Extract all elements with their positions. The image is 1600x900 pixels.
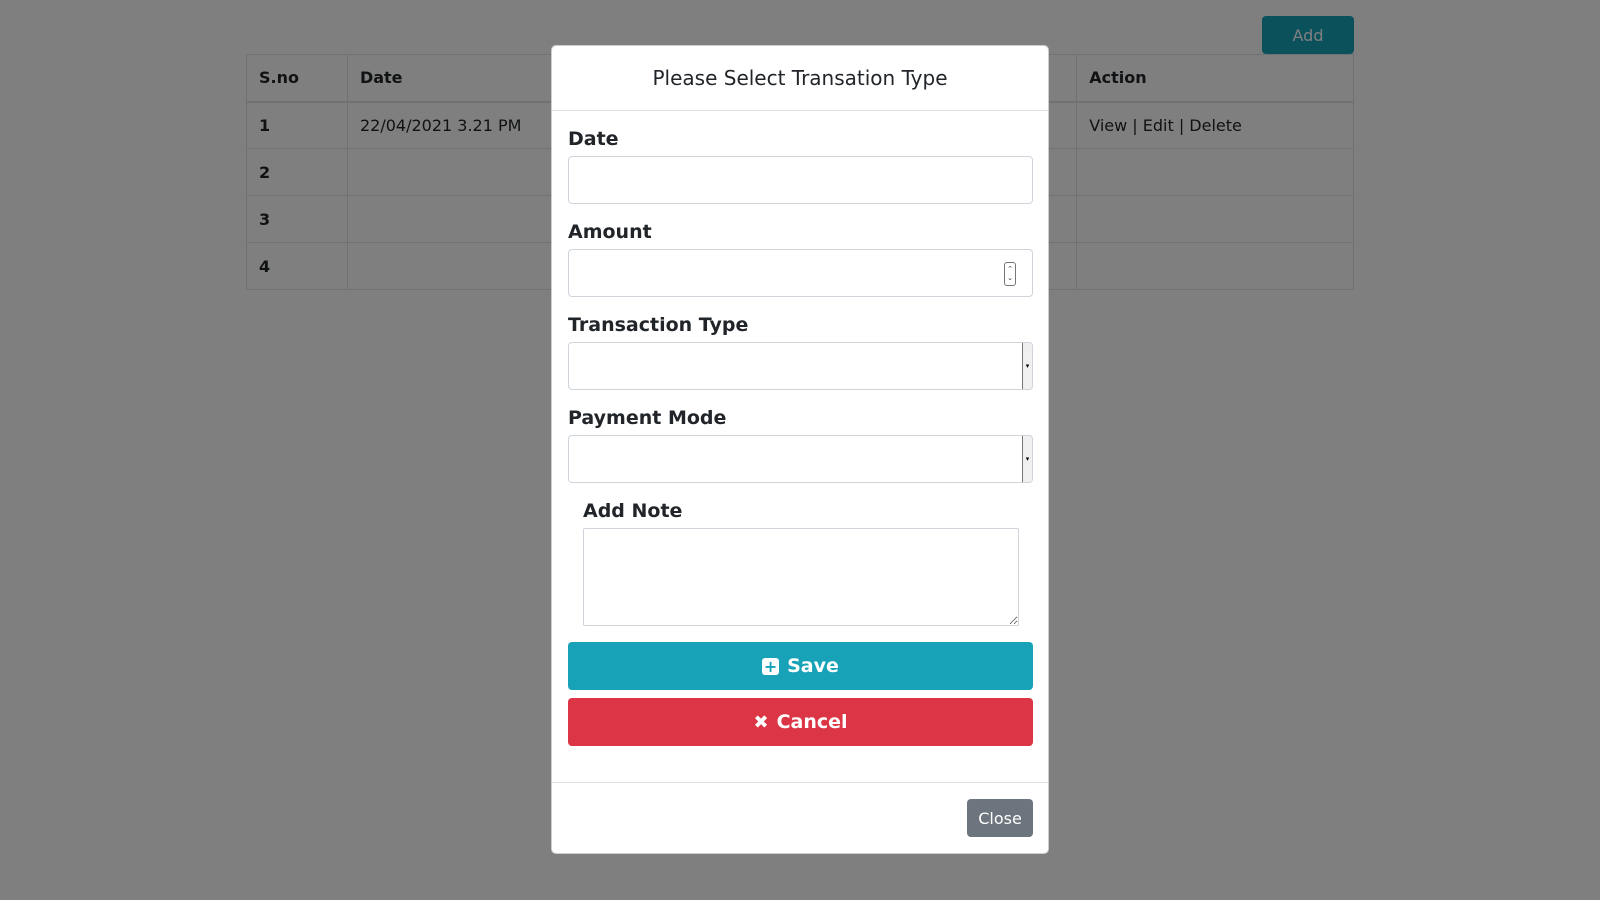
cancel-button[interactable]: ✖ Cancel	[568, 698, 1033, 746]
modal-footer: Close	[552, 782, 1048, 853]
cancel-label: Cancel	[776, 711, 848, 733]
plus-square-icon: +	[762, 656, 780, 676]
amount-input[interactable]: ⌃ ⌄	[568, 249, 1033, 297]
caret-down-icon[interactable]: ▾	[1022, 343, 1032, 389]
amount-label: Amount	[568, 221, 652, 243]
note-label: Add Note	[583, 500, 683, 522]
spinner-arrows-icon[interactable]: ⌃ ⌄	[1004, 262, 1016, 286]
payment-mode-label: Payment Mode	[568, 407, 727, 429]
modal-header: Please Select Transation Type	[552, 46, 1048, 111]
transaction-modal: Please Select Transation Type Date Amoun…	[551, 45, 1049, 854]
date-input[interactable]	[568, 156, 1033, 204]
note-group: Add Note	[568, 500, 1032, 626]
caret-down-icon[interactable]: ▾	[1022, 436, 1032, 482]
modal-title: Please Select Transation Type	[652, 66, 948, 90]
transaction-type-select[interactable]: ▾	[568, 342, 1033, 390]
times-icon: ✖	[753, 711, 769, 733]
modal-body: Date Amount ⌃ ⌄ Transaction Type ▾ Paymen…	[552, 128, 1048, 746]
save-label: Save	[787, 655, 839, 677]
close-button[interactable]: Close	[967, 799, 1033, 837]
payment-mode-select[interactable]: ▾	[568, 435, 1033, 483]
date-label: Date	[568, 128, 619, 150]
save-button[interactable]: + Save	[568, 642, 1033, 690]
note-textarea[interactable]	[583, 528, 1019, 626]
transaction-type-label: Transaction Type	[568, 314, 749, 336]
